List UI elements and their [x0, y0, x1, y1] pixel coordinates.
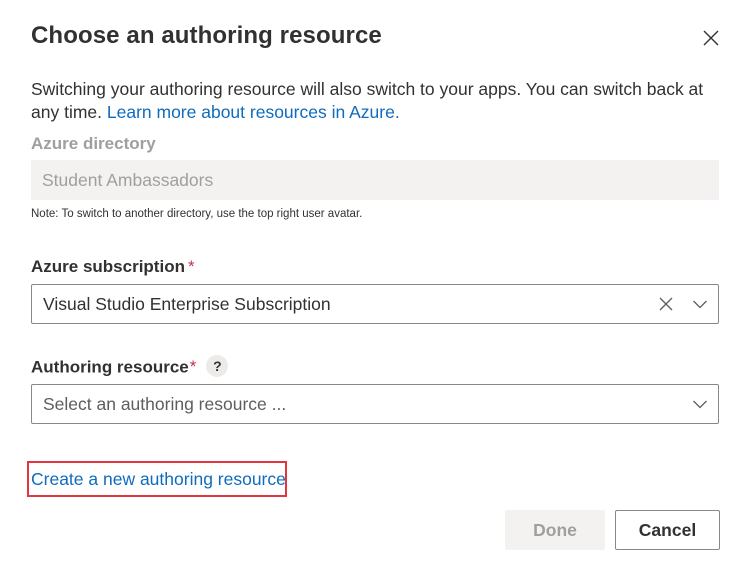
directory-note: Note: To switch to another directory, us…	[31, 208, 363, 220]
learn-more-link[interactable]: Learn more about resources in Azure.	[107, 102, 400, 122]
help-icon[interactable]: ?	[206, 355, 229, 377]
authoring-resource-label: Authoring resource*?	[31, 355, 229, 379]
create-authoring-resource-link[interactable]: Create a new authoring resource	[27, 461, 287, 497]
azure-subscription-label-text: Azure subscription	[31, 257, 185, 276]
cancel-button[interactable]: Cancel	[615, 510, 720, 550]
azure-directory-field: Student Ambassadors	[31, 160, 719, 200]
required-marker: *	[189, 357, 197, 377]
close-button[interactable]	[697, 24, 725, 52]
close-icon	[703, 30, 719, 46]
chevron-down-icon[interactable]	[692, 296, 708, 312]
dialog-description: Switching your authoring resource will a…	[31, 78, 721, 124]
create-authoring-resource-link-text: Create a new authoring resource	[31, 468, 286, 489]
subscription-dropdown-icons	[658, 285, 708, 323]
azure-subscription-label: Azure subscription *	[31, 257, 195, 277]
azure-directory-value: Student Ambassadors	[42, 169, 214, 190]
choose-authoring-resource-dialog: Choose an authoring resource Switching y…	[0, 0, 745, 577]
done-button[interactable]: Done	[505, 510, 605, 550]
authoring-dropdown-icons	[692, 385, 708, 423]
dialog-title: Choose an authoring resource	[31, 22, 382, 49]
azure-directory-label: Azure directory	[31, 134, 156, 153]
clear-icon[interactable]	[658, 296, 674, 312]
authoring-resource-label-text: Authoring resource	[31, 357, 189, 377]
authoring-resource-placeholder: Select an authoring resource ...	[43, 393, 287, 414]
chevron-down-icon[interactable]	[692, 396, 708, 412]
authoring-resource-dropdown[interactable]: Select an authoring resource ...	[31, 384, 719, 424]
required-marker: *	[187, 257, 195, 276]
azure-subscription-dropdown[interactable]: Visual Studio Enterprise Subscription	[31, 284, 719, 324]
azure-subscription-value: Visual Studio Enterprise Subscription	[43, 293, 331, 314]
